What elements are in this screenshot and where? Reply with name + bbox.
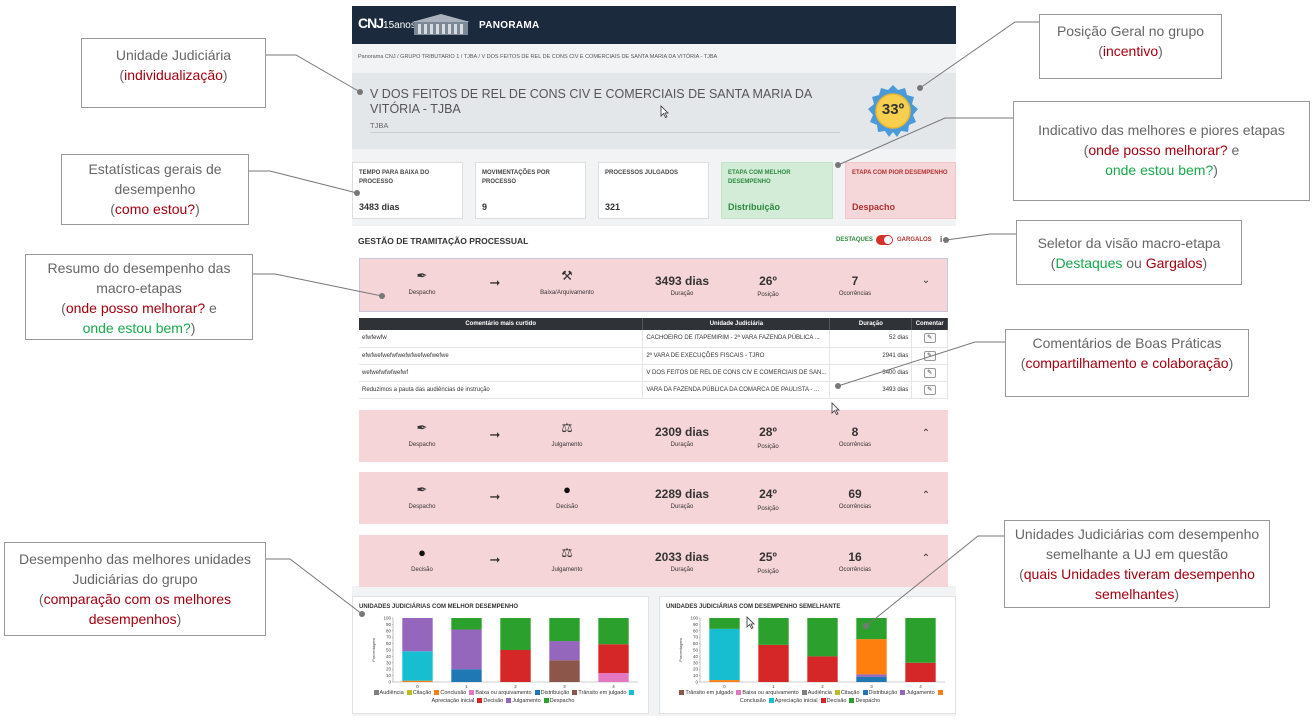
annotation-comments: Comentários de Boas Práticas (compartilha… (1005, 329, 1249, 397)
annotation-best-units: Desempenho das melhores unidades Judiciá… (4, 542, 266, 636)
annotation-summary: Resumo do desempenho das macro-etapas (on… (25, 254, 253, 340)
annotation-similar-units: Unidades Judiciárias com desempenho seme… (1004, 520, 1270, 608)
annotation-position: Posição Geral no grupo (incentivo) (1039, 14, 1222, 79)
annotation-unit: Unidade Judiciária (individualização) (81, 38, 266, 108)
annotation-stats: Estatísticas gerais de desempenho (como e… (61, 154, 249, 225)
annotation-best-worst: Indicativo das melhores e piores etapas(… (1013, 101, 1310, 201)
annotation-selector: Seletor da visão macro-etapa (Destaques o… (1016, 220, 1242, 285)
